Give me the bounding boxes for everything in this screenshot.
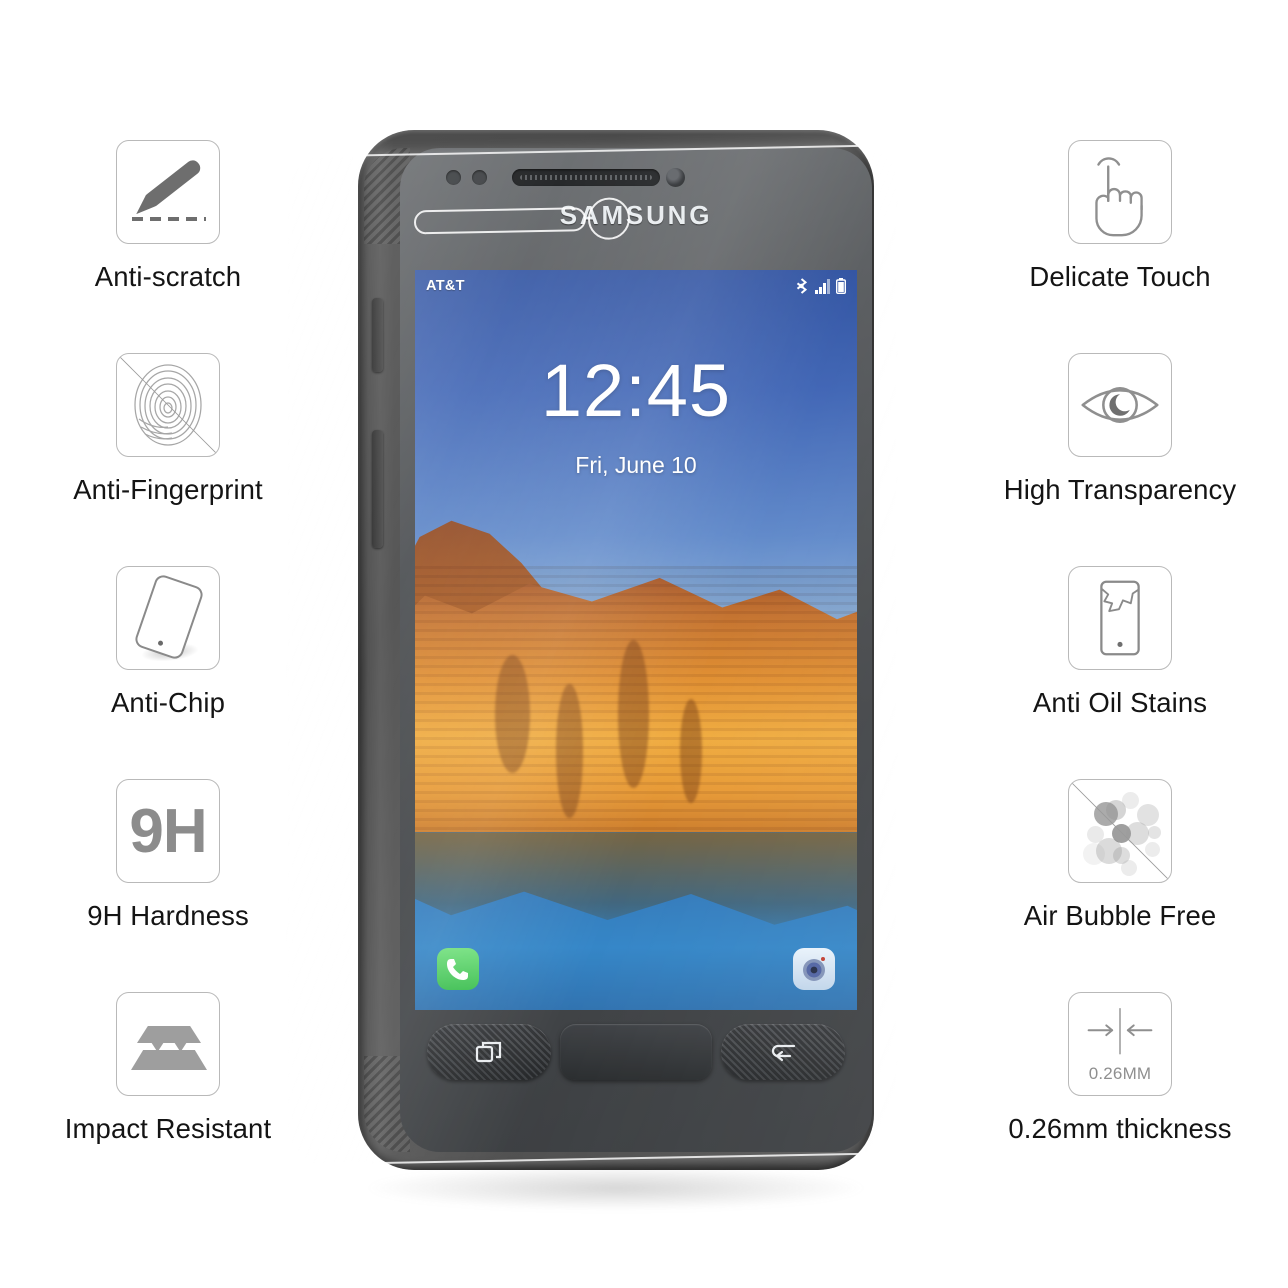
hardness-9h-icon: 9H [116, 779, 220, 883]
feature-label: Anti-scratch [94, 261, 242, 292]
feature-column-right: Delicate Touch High Transparency Anti Oi… [970, 0, 1270, 1288]
handset-glyph [447, 959, 468, 980]
tilted-phone-icon [116, 566, 220, 670]
phone-illustration: SAMSUNG AT&T 12:45 Fri, June 10 [338, 130, 908, 1220]
hardness-icon-text: 9H [129, 796, 207, 866]
front-camera-icon [666, 168, 685, 187]
signal-bars-icon [815, 279, 830, 294]
battery-icon [836, 278, 846, 294]
feature-column-left: Anti-scratch Anti-Fingerprint Anti-Chip … [18, 0, 318, 1288]
feature-label: 9H Hardness [87, 900, 249, 931]
proximity-sensor-icon [446, 170, 461, 185]
impact-layers-icon [116, 992, 220, 1096]
camera-app-icon[interactable] [793, 948, 835, 990]
thickness-icon-text: 0.26MM [1088, 1064, 1152, 1083]
fingerprint-icon [116, 353, 220, 457]
volume-button[interactable] [372, 298, 383, 372]
active-key-button[interactable] [372, 430, 383, 548]
bluetooth-sync-icon [796, 278, 808, 294]
back-icon [771, 1044, 796, 1062]
status-icon-group [793, 278, 846, 294]
knife-scratch-icon [116, 140, 220, 244]
feature-anti-scratch: Anti-scratch [18, 140, 318, 293]
light-sensor-icon [472, 170, 487, 185]
lockscreen-date: Fri, June 10 [575, 452, 697, 478]
lockscreen-clock: 12:45 [540, 349, 732, 432]
lower-layer-shape [131, 1050, 207, 1070]
thickness-caliper-icon: 0.26MM [1068, 992, 1172, 1096]
infographic-canvas: Anti-scratch Anti-Fingerprint Anti-Chip … [0, 0, 1288, 1288]
feature-impact-resistant: Impact Resistant [18, 992, 318, 1145]
feature-label: High Transparency [1003, 474, 1237, 505]
slash-line [116, 353, 220, 457]
bubbles-slashed-icon [1068, 779, 1172, 883]
home-dot [156, 639, 164, 647]
rock-groove [494, 654, 530, 774]
recents-icon [475, 1041, 502, 1063]
feature-label: Impact Resistant [64, 1113, 272, 1144]
phone-screen[interactable]: AT&T 12:45 Fri, June 10 [415, 270, 857, 1010]
status-bar: AT&T [415, 270, 857, 302]
feature-label: 0.26mm thickness [1008, 1113, 1232, 1144]
rock-groove [556, 684, 583, 818]
feature-anti-oil-stains: Anti Oil Stains [970, 566, 1270, 719]
feature-air-bubble-free: Air Bubble Free [970, 779, 1270, 932]
eye-icon [1068, 353, 1172, 457]
hardware-nav-keys [415, 1024, 857, 1088]
phone-app-icon[interactable] [437, 948, 479, 990]
home-key[interactable] [560, 1024, 712, 1080]
carrier-label: AT&T [426, 278, 465, 294]
feature-thickness: 0.26MM 0.26mm thickness [970, 992, 1270, 1145]
scratch-dash-line [132, 217, 206, 221]
earpiece-speaker-icon [512, 169, 660, 186]
feature-anti-chip: Anti-Chip [18, 566, 318, 719]
feature-anti-fingerprint: Anti-Fingerprint [18, 353, 318, 506]
feature-9h-hardness: 9H 9H Hardness [18, 779, 318, 932]
feature-label: Air Bubble Free [1023, 900, 1217, 931]
feature-delicate-touch: Delicate Touch [970, 140, 1270, 293]
feature-label: Anti Oil Stains [1032, 687, 1208, 718]
pointing-hand-icon [1068, 140, 1172, 244]
top-bezel: SAMSUNG [400, 148, 872, 270]
phone-drop-shadow [356, 1165, 876, 1211]
samsung-brand-text: SAMSUNG [559, 200, 713, 230]
recents-key[interactable] [427, 1024, 551, 1080]
feature-high-transparency: High Transparency [970, 353, 1270, 506]
phone-front-face: SAMSUNG AT&T 12:45 Fri, June 10 [400, 148, 872, 1152]
feature-label: Delicate Touch [1029, 261, 1211, 292]
knife-blade-shape [144, 157, 204, 208]
phone-body: SAMSUNG AT&T 12:45 Fri, June 10 [358, 130, 874, 1170]
back-key[interactable] [721, 1024, 845, 1080]
slash-line [1068, 779, 1172, 883]
upper-layer-shape [137, 1026, 201, 1043]
feature-label: Anti-Fingerprint [73, 474, 263, 505]
camera-glyph [803, 957, 825, 981]
feature-label: Anti-Chip [110, 687, 225, 718]
phone-oil-smudge-icon [1068, 566, 1172, 670]
